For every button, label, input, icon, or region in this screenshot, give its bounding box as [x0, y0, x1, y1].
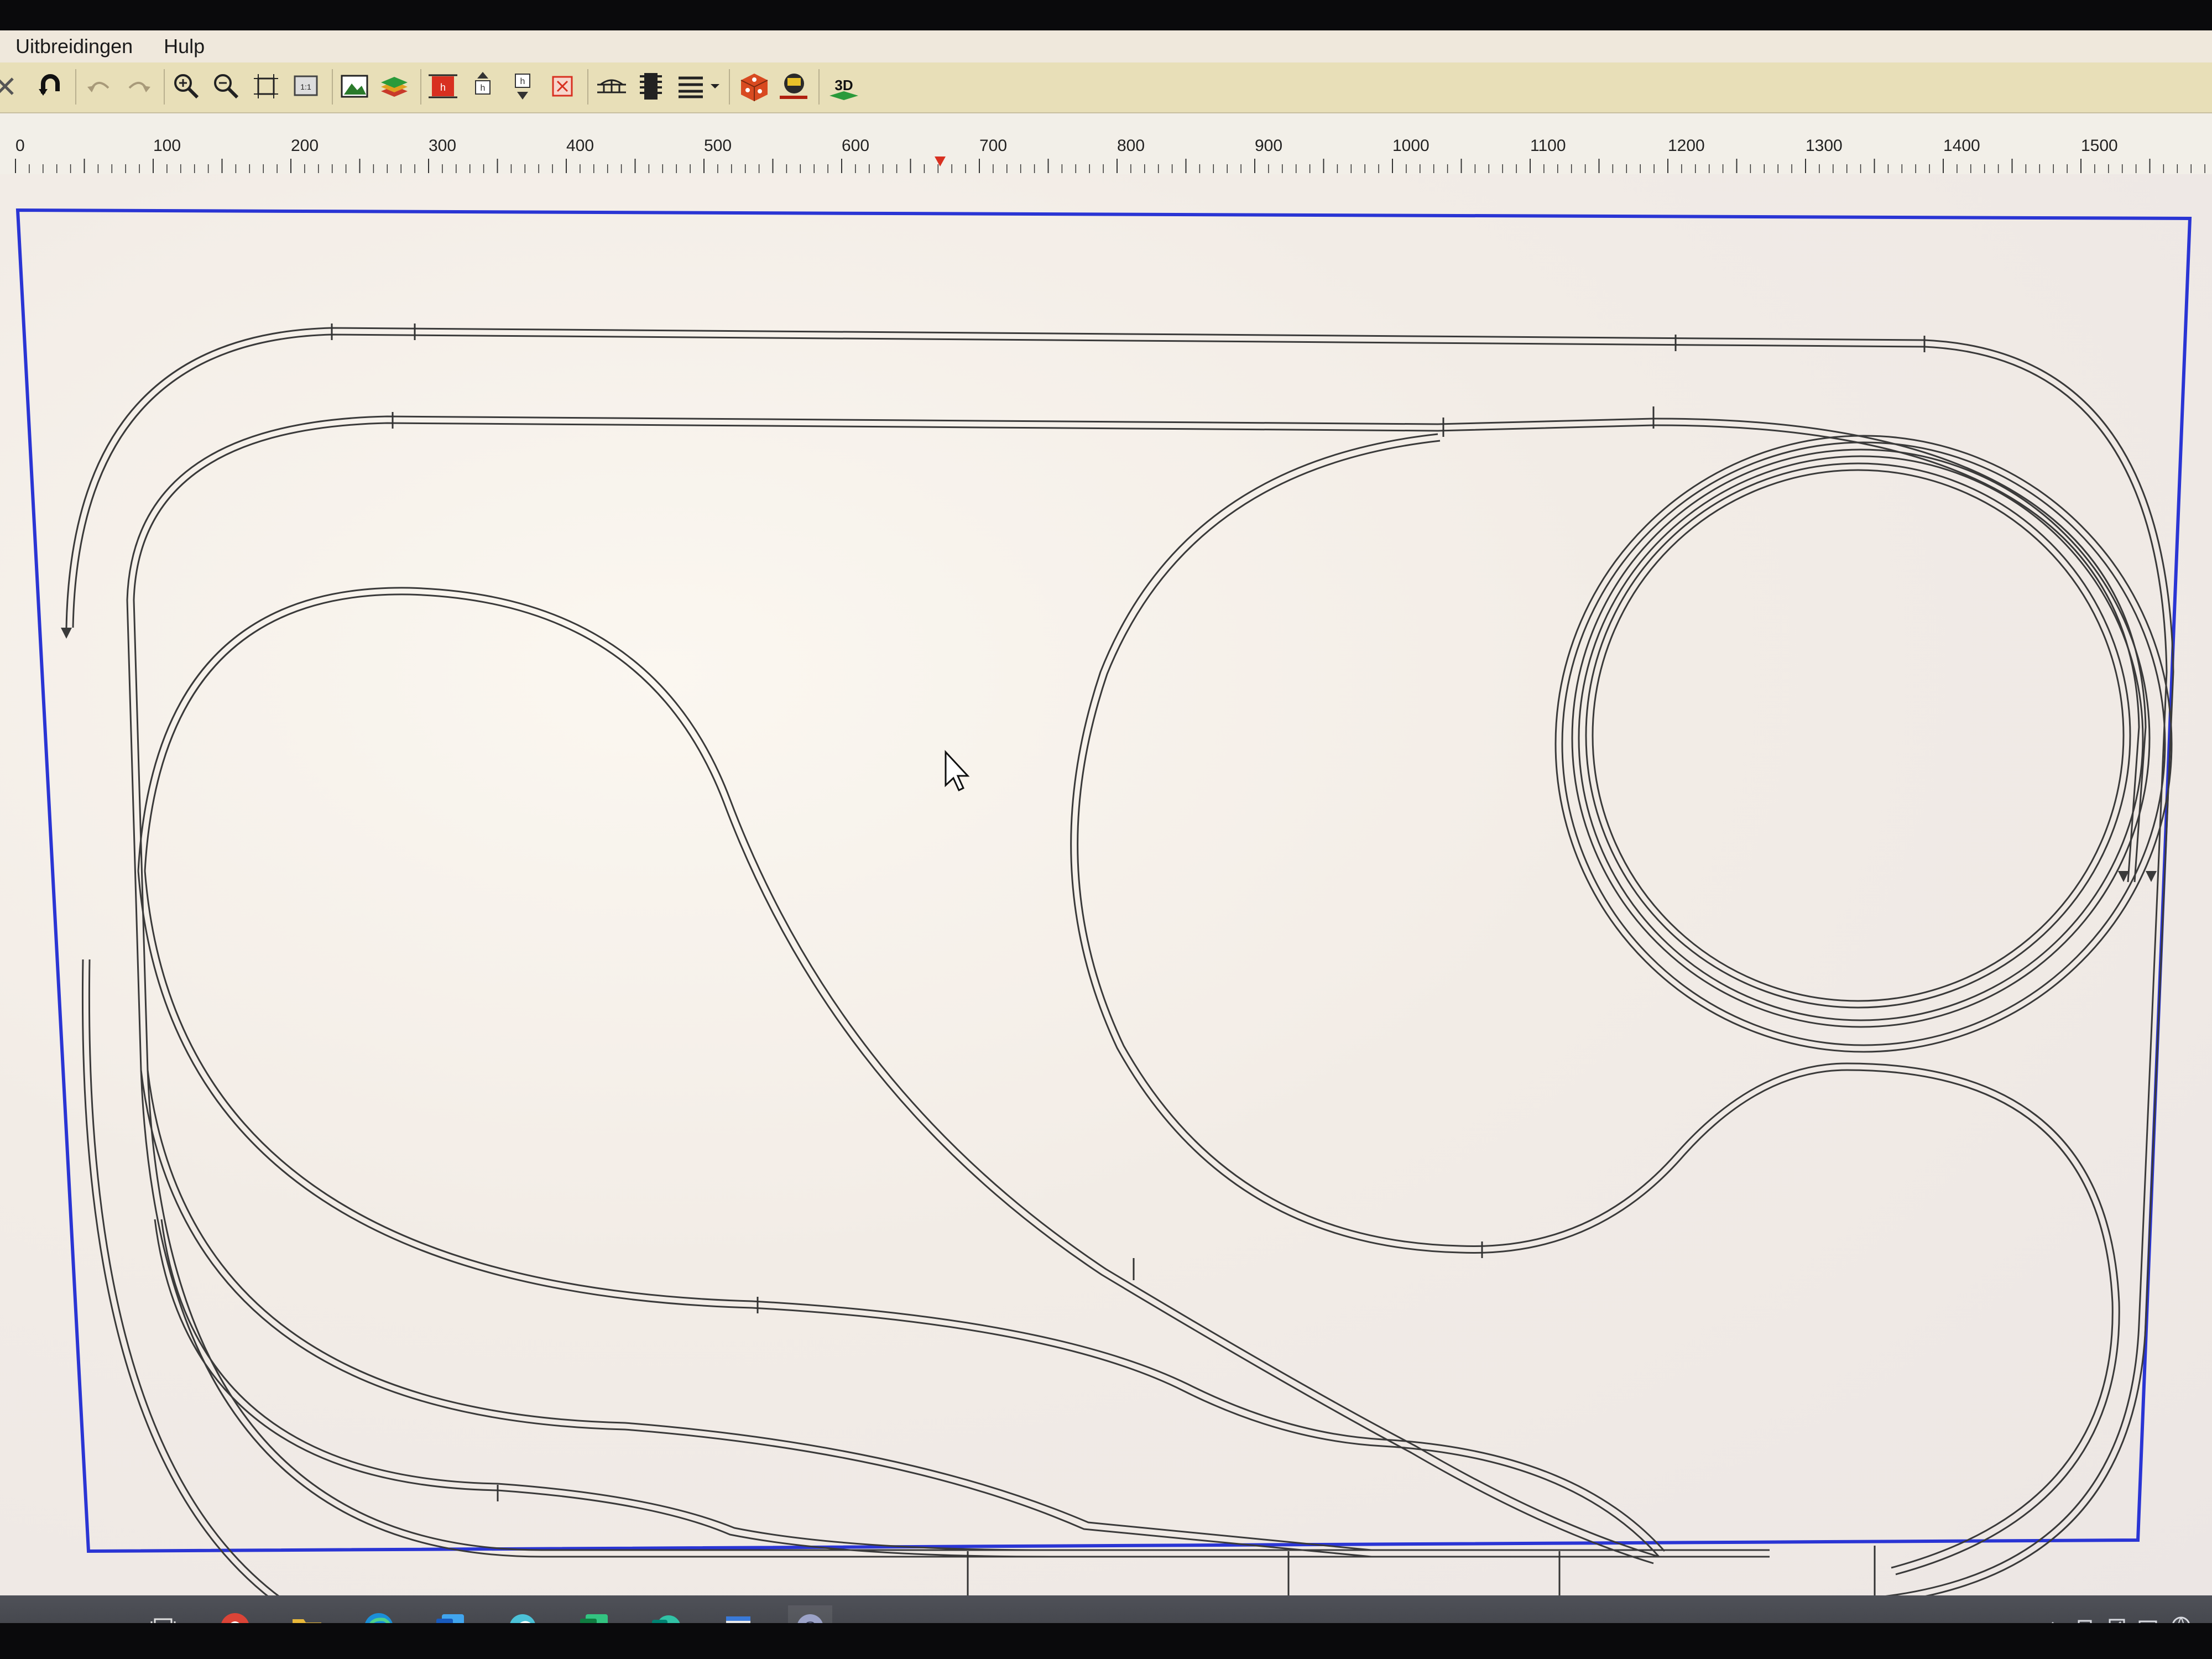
background-image-icon[interactable] [338, 70, 371, 102]
track-s-curve-rail [144, 593, 1654, 1564]
task-view-icon[interactable] [141, 1605, 185, 1623]
ruler-label: 0 [15, 137, 25, 155]
height-up-icon[interactable]: h [467, 70, 499, 102]
ruler-label: 600 [842, 137, 869, 155]
track-end-marker [2146, 871, 2157, 882]
tray-edit-icon[interactable] [2105, 1612, 2129, 1623]
track-end-marker [61, 628, 72, 639]
track-left-outer-curve [81, 959, 309, 1623]
svg-text:h: h [440, 82, 446, 93]
ruler-label: 1400 [1943, 137, 1980, 155]
ruler-label: 900 [1255, 137, 1282, 155]
3d-view-text: 3D [834, 77, 853, 93]
skype-icon-letter: S [805, 1619, 816, 1623]
ruler-label: 500 [704, 137, 732, 155]
toolbar: 1:1 h h h 3D [0, 62, 2212, 113]
track-left-outer-curve-rail [88, 959, 323, 1623]
battery-icon[interactable] [2137, 1612, 2161, 1623]
zoom-in-icon[interactable] [170, 70, 202, 102]
store-icon[interactable] [716, 1605, 760, 1623]
track-helix-1 [1561, 441, 2166, 1046]
word-icon-letter: W [439, 1621, 451, 1623]
height-level-red-icon[interactable]: h [427, 70, 459, 102]
track-left-vertical-rail [133, 599, 1770, 1551]
bridge-icon[interactable] [595, 70, 627, 102]
ruler-label: 800 [1117, 137, 1145, 155]
mouse-cursor [945, 750, 970, 792]
ruler-label: 400 [566, 137, 594, 155]
excel-icon-letter: X [585, 1621, 593, 1623]
undo-arrow-icon[interactable] [34, 70, 66, 102]
chrome-icon[interactable] [213, 1605, 257, 1623]
ruler-label: 1200 [1668, 137, 1705, 155]
ruler-label: 100 [153, 137, 181, 155]
ruler-label: 1500 [2081, 137, 2118, 155]
layers-icon[interactable] [378, 70, 410, 102]
excel-icon[interactable]: X [572, 1605, 617, 1623]
ruler-label: 200 [291, 137, 319, 155]
menu-uitbreidingen[interactable]: Uitbreidingen [0, 30, 148, 62]
photos-icon[interactable] [500, 1605, 545, 1623]
close-icon[interactable] [0, 70, 21, 102]
zoom-fit-icon[interactable] [250, 70, 282, 102]
track-inner-loop-rail [133, 422, 2140, 883]
dice-icon[interactable] [738, 70, 770, 102]
track-center-loop [1070, 433, 2114, 1569]
track-ladder-curve-2-rail [147, 1070, 1372, 1551]
word-icon[interactable]: W [429, 1605, 473, 1623]
screen: Uitbreidingen Hulp 1:1 h h h 3D 0 100 20… [0, 30, 2212, 1623]
track-helix-3 [1578, 455, 2144, 1021]
horizontal-ruler: 0 100 200 300 400 500 600 700 800 900 1000 1100 1200… [0, 113, 2212, 174]
track-ladder-curve-3 [154, 1219, 1051, 1558]
menu-hulp[interactable]: Hulp [148, 30, 220, 62]
ruler-label: 300 [429, 137, 456, 155]
track-helix-2 [1554, 435, 2173, 1053]
svg-text:h: h [520, 77, 525, 86]
skype-icon[interactable]: S [788, 1605, 832, 1623]
height-delete-icon[interactable] [546, 70, 578, 102]
tray-app-icon[interactable] [2073, 1612, 2097, 1623]
board-outline [15, 208, 2192, 1553]
track-left-vertical [126, 599, 1770, 1558]
track-ladder-curve-1-rail [144, 870, 1666, 1552]
sway-icon[interactable]: S [644, 1605, 688, 1623]
track-helix-4 [1571, 448, 2151, 1028]
track-ladder-curve-1 [137, 870, 1660, 1557]
svg-text:h: h [481, 84, 486, 93]
track-outer-top-rail [72, 333, 2168, 1606]
tunnel-icon[interactable] [635, 70, 667, 102]
track-outer-top [65, 327, 2174, 1613]
ruler-label: 1000 [1392, 137, 1430, 155]
track-helix-5 [1592, 469, 2125, 1002]
parts-list-icon[interactable] [675, 70, 707, 102]
menu-bar: Uitbreidingen Hulp [0, 30, 2212, 62]
edge-icon[interactable] [357, 1605, 401, 1623]
train-icon[interactable] [778, 70, 810, 102]
file-explorer-icon[interactable] [285, 1605, 329, 1623]
track-helix-6 [1585, 462, 2131, 1009]
track-inner-loop [126, 415, 2147, 883]
track-s-curve [137, 587, 1660, 1558]
taskbar: W X S S [0, 1595, 2212, 1623]
zoom-out-icon[interactable] [210, 70, 242, 102]
chevron-up-icon[interactable] [2041, 1612, 2065, 1623]
network-icon[interactable] [2169, 1612, 2193, 1623]
track-layout-canvas[interactable] [0, 174, 2212, 1623]
ruler-label: 1100 [1530, 137, 1566, 155]
redo-icon[interactable] [123, 70, 155, 102]
height-down-icon[interactable]: h [507, 70, 539, 102]
undo-icon[interactable] [83, 70, 115, 102]
ruler-label: 1300 [1806, 137, 1843, 155]
ruler-label: 700 [979, 137, 1007, 155]
dropdown-arrow-icon[interactable] [707, 70, 723, 102]
track-ladder-curve-3-rail [160, 1219, 1051, 1551]
ruler-cursor-marker [935, 156, 946, 166]
zoom-1to1-icon[interactable]: 1:1 [290, 70, 322, 102]
3d-view-icon[interactable]: 3D [827, 70, 859, 102]
zoom-1to1-text: 1:1 [300, 82, 311, 91]
